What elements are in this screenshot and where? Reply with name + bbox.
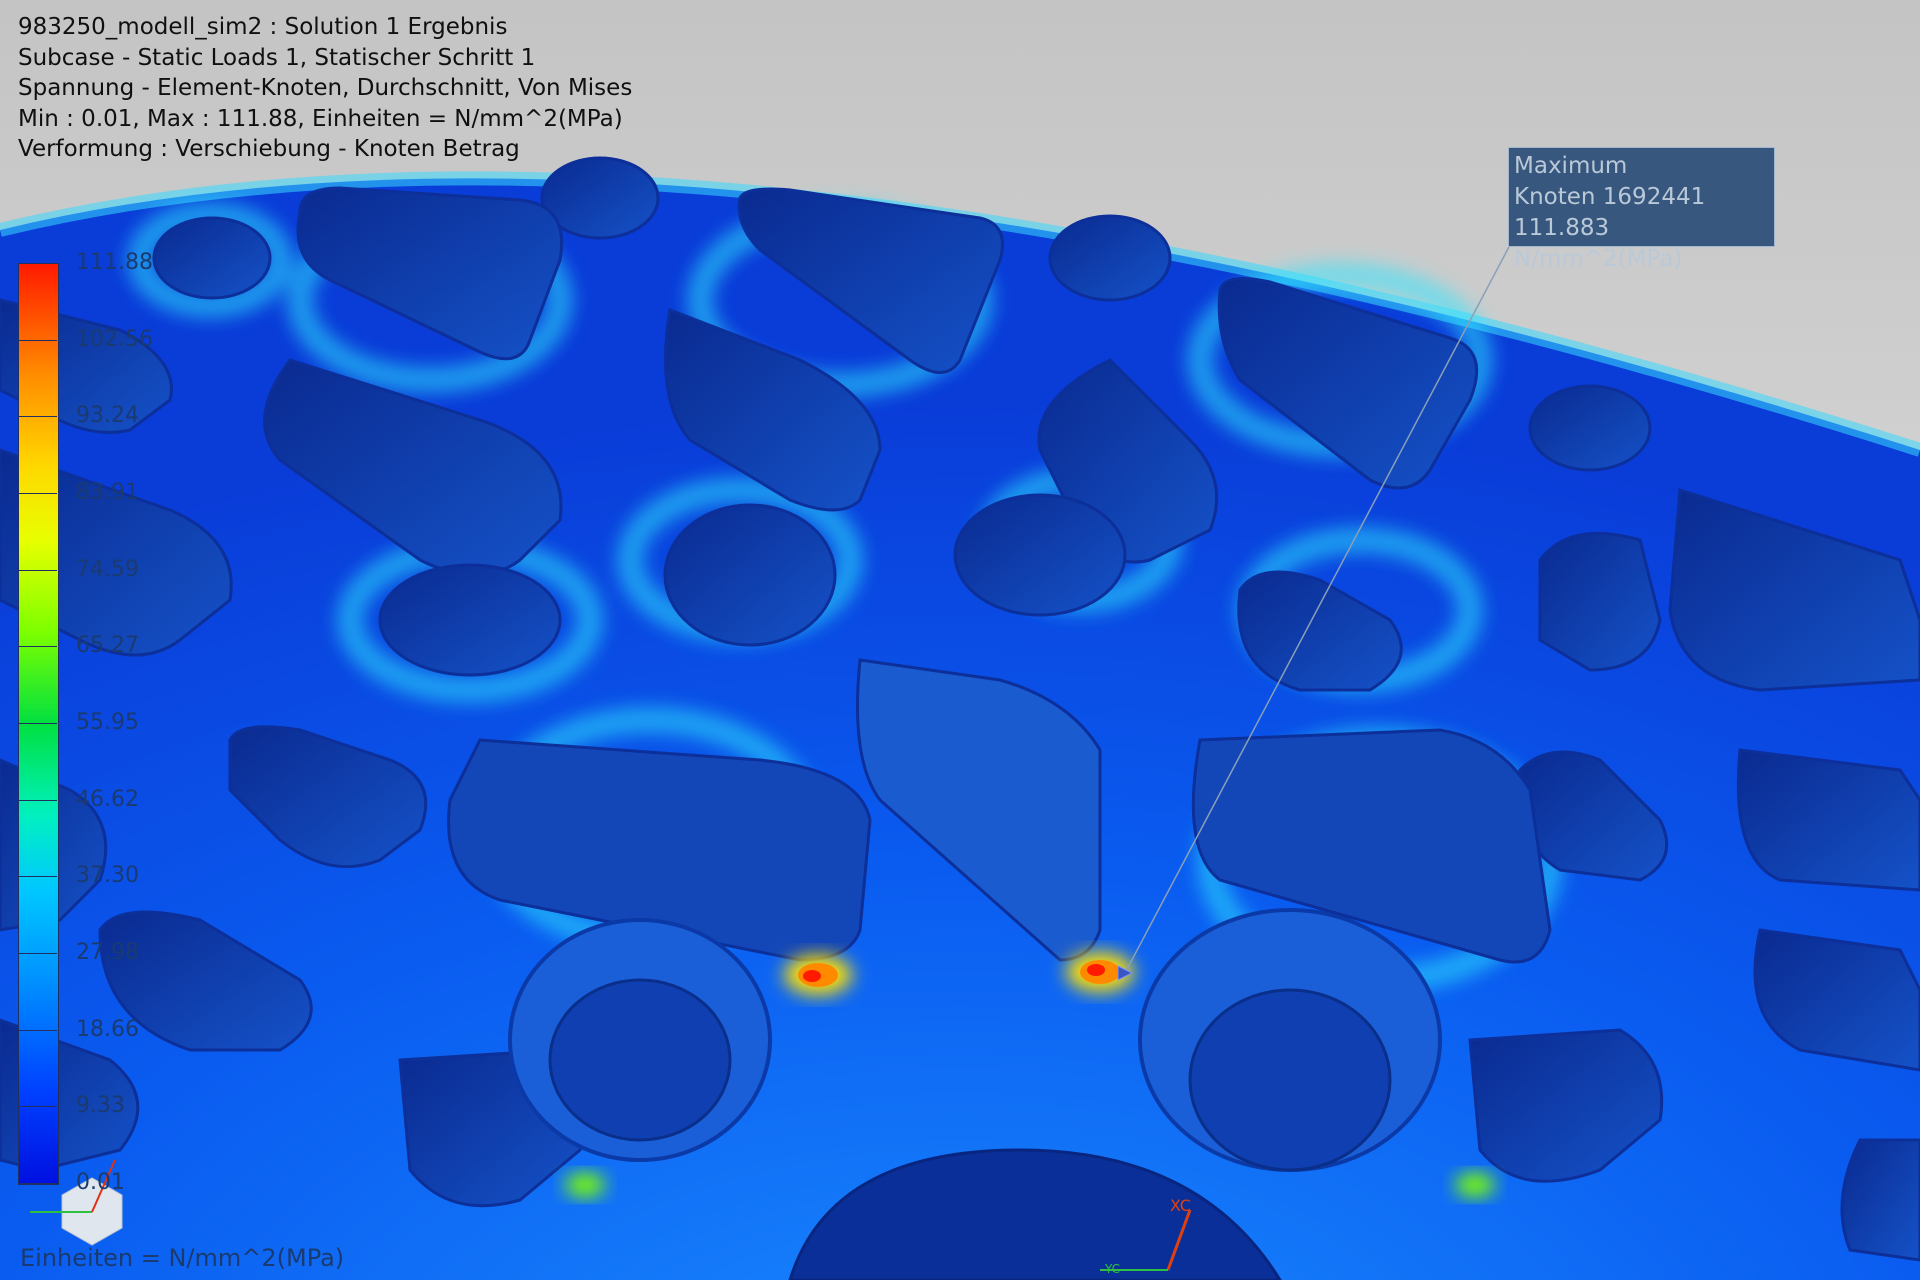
legend-tick-label: 93.24 — [76, 403, 139, 429]
triad-x-label: XC — [1170, 1196, 1191, 1215]
legend-tick-label: 83.91 — [76, 480, 139, 505]
legend-tick-line — [18, 1106, 57, 1108]
result-header: 983250_modell_sim2 : Solution 1 Ergebnis… — [18, 12, 632, 165]
legend-units: Einheiten = N/mm^2(MPa) — [20, 1244, 345, 1272]
legend-tick-line — [18, 646, 57, 648]
legend-tick-line — [18, 339, 57, 341]
header-line-stress: Spannung - Element-Knoten, Durchschnitt,… — [18, 75, 633, 101]
legend-tick-label: 27.98 — [76, 940, 139, 965]
legend-tick-line — [18, 876, 57, 878]
maximum-tooltip-value: 111.883 N/mm^2(MPa) — [1514, 215, 1683, 272]
color-legend-bar[interactable] — [18, 263, 59, 1185]
legend-tick-line — [18, 1029, 57, 1031]
legend-tick-line — [18, 263, 57, 264]
legend-tick-label: 74.59 — [76, 556, 139, 582]
legend-tick-label: 111.88 — [76, 250, 153, 275]
legend-tick-label: 37.30 — [76, 863, 139, 889]
legend-tick-line — [18, 953, 57, 954]
legend-tick-line — [18, 723, 57, 724]
maximum-tooltip-title: Maximum — [1514, 153, 1628, 179]
legend-tick-label: 18.66 — [76, 1016, 139, 1042]
header-line-minmax: Min : 0.01, Max : 111.88, Einheiten = N/… — [18, 105, 623, 132]
legend-tick-label: 55.95 — [76, 710, 139, 735]
legend-tick-label: 65.27 — [76, 633, 139, 659]
triad-y-label: YC — [1105, 1262, 1121, 1276]
maximum-tooltip[interactable]: Maximum Knoten 1692441 111.883 N/mm^2(MP… — [1508, 147, 1775, 272]
legend-tick-line — [18, 1183, 57, 1184]
result-viewport[interactable]: 983250_modell_sim2 : Solution 1 Ergebnis… — [0, 0, 1920, 1280]
legend-tick-label: 102.56 — [76, 326, 153, 352]
legend-tick-line — [18, 416, 57, 418]
legend-tick-label: 46.62 — [76, 786, 139, 812]
legend-tick-label: 0.01 — [76, 1170, 125, 1195]
header-line-solution: 983250_modell_sim2 : Solution 1 Ergebnis — [18, 14, 508, 40]
legend-tick-line — [18, 569, 57, 571]
header-line-subcase: Subcase - Static Loads 1, Statischer Sch… — [18, 44, 536, 71]
legend-tick-line — [18, 493, 57, 494]
legend-tick-label: 9.33 — [76, 1093, 125, 1119]
header-line-deformation: Verformung : Verschiebung - Knoten Betra… — [18, 136, 520, 162]
maximum-tooltip-node: Knoten 1692441 — [1514, 184, 1706, 210]
legend-tick-line — [18, 799, 57, 801]
